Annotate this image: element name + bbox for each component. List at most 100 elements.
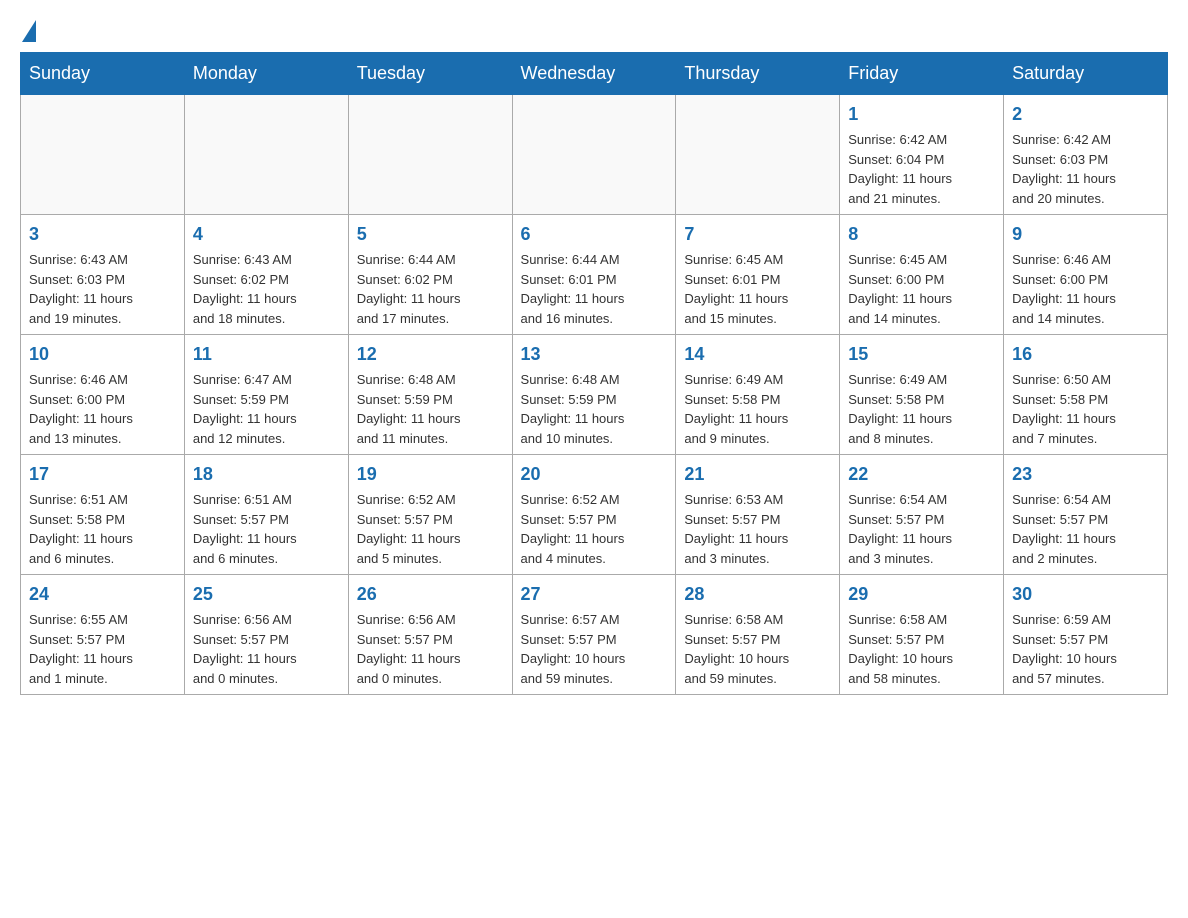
day-info: Sunrise: 6:45 AM Sunset: 6:00 PM Dayligh…: [848, 250, 995, 328]
day-info: Sunrise: 6:48 AM Sunset: 5:59 PM Dayligh…: [521, 370, 668, 448]
day-info: Sunrise: 6:56 AM Sunset: 5:57 PM Dayligh…: [357, 610, 504, 688]
calendar-cell: [676, 95, 840, 215]
calendar-cell: 20Sunrise: 6:52 AM Sunset: 5:57 PM Dayli…: [512, 455, 676, 575]
day-info: Sunrise: 6:59 AM Sunset: 5:57 PM Dayligh…: [1012, 610, 1159, 688]
day-number: 11: [193, 341, 340, 368]
day-number: 24: [29, 581, 176, 608]
day-info: Sunrise: 6:42 AM Sunset: 6:03 PM Dayligh…: [1012, 130, 1159, 208]
day-number: 28: [684, 581, 831, 608]
day-info: Sunrise: 6:50 AM Sunset: 5:58 PM Dayligh…: [1012, 370, 1159, 448]
day-info: Sunrise: 6:58 AM Sunset: 5:57 PM Dayligh…: [848, 610, 995, 688]
day-info: Sunrise: 6:54 AM Sunset: 5:57 PM Dayligh…: [1012, 490, 1159, 568]
day-number: 5: [357, 221, 504, 248]
day-info: Sunrise: 6:44 AM Sunset: 6:02 PM Dayligh…: [357, 250, 504, 328]
day-info: Sunrise: 6:46 AM Sunset: 6:00 PM Dayligh…: [1012, 250, 1159, 328]
day-number: 16: [1012, 341, 1159, 368]
day-number: 7: [684, 221, 831, 248]
calendar-cell: 13Sunrise: 6:48 AM Sunset: 5:59 PM Dayli…: [512, 335, 676, 455]
day-number: 18: [193, 461, 340, 488]
calendar-cell: 28Sunrise: 6:58 AM Sunset: 5:57 PM Dayli…: [676, 575, 840, 695]
day-number: 9: [1012, 221, 1159, 248]
weekday-header-thursday: Thursday: [676, 53, 840, 95]
day-number: 6: [521, 221, 668, 248]
calendar-cell: 9Sunrise: 6:46 AM Sunset: 6:00 PM Daylig…: [1004, 215, 1168, 335]
week-row-1: 1Sunrise: 6:42 AM Sunset: 6:04 PM Daylig…: [21, 95, 1168, 215]
day-info: Sunrise: 6:44 AM Sunset: 6:01 PM Dayligh…: [521, 250, 668, 328]
day-info: Sunrise: 6:52 AM Sunset: 5:57 PM Dayligh…: [357, 490, 504, 568]
weekday-header-sunday: Sunday: [21, 53, 185, 95]
calendar-cell: 26Sunrise: 6:56 AM Sunset: 5:57 PM Dayli…: [348, 575, 512, 695]
day-info: Sunrise: 6:51 AM Sunset: 5:58 PM Dayligh…: [29, 490, 176, 568]
calendar-cell: 8Sunrise: 6:45 AM Sunset: 6:00 PM Daylig…: [840, 215, 1004, 335]
calendar-cell: 30Sunrise: 6:59 AM Sunset: 5:57 PM Dayli…: [1004, 575, 1168, 695]
day-info: Sunrise: 6:51 AM Sunset: 5:57 PM Dayligh…: [193, 490, 340, 568]
day-number: 8: [848, 221, 995, 248]
calendar-cell: [348, 95, 512, 215]
calendar-cell: 15Sunrise: 6:49 AM Sunset: 5:58 PM Dayli…: [840, 335, 1004, 455]
calendar-cell: 16Sunrise: 6:50 AM Sunset: 5:58 PM Dayli…: [1004, 335, 1168, 455]
week-row-3: 10Sunrise: 6:46 AM Sunset: 6:00 PM Dayli…: [21, 335, 1168, 455]
calendar-cell: 29Sunrise: 6:58 AM Sunset: 5:57 PM Dayli…: [840, 575, 1004, 695]
day-info: Sunrise: 6:49 AM Sunset: 5:58 PM Dayligh…: [684, 370, 831, 448]
calendar-cell: 5Sunrise: 6:44 AM Sunset: 6:02 PM Daylig…: [348, 215, 512, 335]
day-info: Sunrise: 6:42 AM Sunset: 6:04 PM Dayligh…: [848, 130, 995, 208]
calendar-cell: 12Sunrise: 6:48 AM Sunset: 5:59 PM Dayli…: [348, 335, 512, 455]
calendar-cell: [512, 95, 676, 215]
day-number: 26: [357, 581, 504, 608]
day-number: 10: [29, 341, 176, 368]
day-info: Sunrise: 6:58 AM Sunset: 5:57 PM Dayligh…: [684, 610, 831, 688]
calendar-cell: 17Sunrise: 6:51 AM Sunset: 5:58 PM Dayli…: [21, 455, 185, 575]
day-info: Sunrise: 6:52 AM Sunset: 5:57 PM Dayligh…: [521, 490, 668, 568]
day-number: 17: [29, 461, 176, 488]
calendar-cell: 11Sunrise: 6:47 AM Sunset: 5:59 PM Dayli…: [184, 335, 348, 455]
day-info: Sunrise: 6:48 AM Sunset: 5:59 PM Dayligh…: [357, 370, 504, 448]
calendar-cell: 25Sunrise: 6:56 AM Sunset: 5:57 PM Dayli…: [184, 575, 348, 695]
day-info: Sunrise: 6:54 AM Sunset: 5:57 PM Dayligh…: [848, 490, 995, 568]
calendar-cell: 6Sunrise: 6:44 AM Sunset: 6:01 PM Daylig…: [512, 215, 676, 335]
week-row-5: 24Sunrise: 6:55 AM Sunset: 5:57 PM Dayli…: [21, 575, 1168, 695]
calendar-cell: 3Sunrise: 6:43 AM Sunset: 6:03 PM Daylig…: [21, 215, 185, 335]
day-info: Sunrise: 6:56 AM Sunset: 5:57 PM Dayligh…: [193, 610, 340, 688]
day-number: 1: [848, 101, 995, 128]
day-info: Sunrise: 6:55 AM Sunset: 5:57 PM Dayligh…: [29, 610, 176, 688]
weekday-header-monday: Monday: [184, 53, 348, 95]
weekday-header-saturday: Saturday: [1004, 53, 1168, 95]
calendar-cell: 21Sunrise: 6:53 AM Sunset: 5:57 PM Dayli…: [676, 455, 840, 575]
calendar-table: SundayMondayTuesdayWednesdayThursdayFrid…: [20, 52, 1168, 695]
calendar-cell: 19Sunrise: 6:52 AM Sunset: 5:57 PM Dayli…: [348, 455, 512, 575]
logo: [20, 20, 38, 42]
calendar-cell: 22Sunrise: 6:54 AM Sunset: 5:57 PM Dayli…: [840, 455, 1004, 575]
day-info: Sunrise: 6:53 AM Sunset: 5:57 PM Dayligh…: [684, 490, 831, 568]
day-number: 27: [521, 581, 668, 608]
weekday-header-friday: Friday: [840, 53, 1004, 95]
calendar-cell: 7Sunrise: 6:45 AM Sunset: 6:01 PM Daylig…: [676, 215, 840, 335]
day-number: 20: [521, 461, 668, 488]
calendar-cell: 14Sunrise: 6:49 AM Sunset: 5:58 PM Dayli…: [676, 335, 840, 455]
day-info: Sunrise: 6:43 AM Sunset: 6:03 PM Dayligh…: [29, 250, 176, 328]
calendar-cell: 4Sunrise: 6:43 AM Sunset: 6:02 PM Daylig…: [184, 215, 348, 335]
day-number: 14: [684, 341, 831, 368]
day-info: Sunrise: 6:43 AM Sunset: 6:02 PM Dayligh…: [193, 250, 340, 328]
day-number: 2: [1012, 101, 1159, 128]
day-number: 15: [848, 341, 995, 368]
day-number: 23: [1012, 461, 1159, 488]
calendar-cell: 27Sunrise: 6:57 AM Sunset: 5:57 PM Dayli…: [512, 575, 676, 695]
day-info: Sunrise: 6:49 AM Sunset: 5:58 PM Dayligh…: [848, 370, 995, 448]
day-number: 30: [1012, 581, 1159, 608]
day-number: 13: [521, 341, 668, 368]
day-number: 3: [29, 221, 176, 248]
header-row: SundayMondayTuesdayWednesdayThursdayFrid…: [21, 53, 1168, 95]
calendar-cell: 1Sunrise: 6:42 AM Sunset: 6:04 PM Daylig…: [840, 95, 1004, 215]
day-number: 25: [193, 581, 340, 608]
weekday-header-tuesday: Tuesday: [348, 53, 512, 95]
day-number: 4: [193, 221, 340, 248]
calendar-cell: 23Sunrise: 6:54 AM Sunset: 5:57 PM Dayli…: [1004, 455, 1168, 575]
day-info: Sunrise: 6:46 AM Sunset: 6:00 PM Dayligh…: [29, 370, 176, 448]
logo-triangle-icon: [22, 20, 36, 42]
calendar-cell: 2Sunrise: 6:42 AM Sunset: 6:03 PM Daylig…: [1004, 95, 1168, 215]
week-row-2: 3Sunrise: 6:43 AM Sunset: 6:03 PM Daylig…: [21, 215, 1168, 335]
day-info: Sunrise: 6:45 AM Sunset: 6:01 PM Dayligh…: [684, 250, 831, 328]
calendar-cell: 10Sunrise: 6:46 AM Sunset: 6:00 PM Dayli…: [21, 335, 185, 455]
weekday-header-wednesday: Wednesday: [512, 53, 676, 95]
calendar-cell: 18Sunrise: 6:51 AM Sunset: 5:57 PM Dayli…: [184, 455, 348, 575]
